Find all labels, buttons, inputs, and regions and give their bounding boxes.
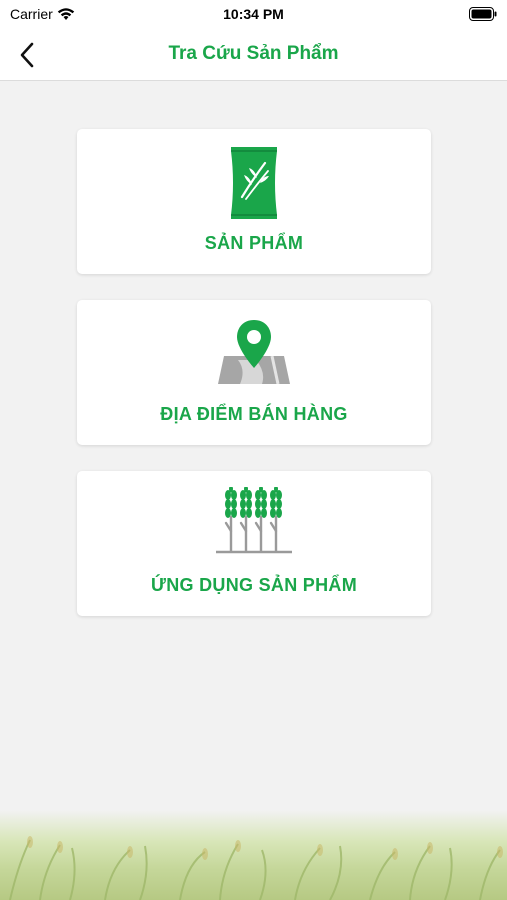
product-bag-icon — [231, 147, 277, 219]
products-card[interactable]: SẢN PHẨM — [77, 129, 431, 274]
sales-locations-card[interactable]: ĐỊA ĐIỂM BÁN HÀNG — [77, 300, 431, 445]
clock: 10:34 PM — [223, 6, 284, 22]
products-card-label: SẢN PHẨM — [204, 233, 304, 253]
grass-footer-image — [0, 810, 507, 900]
sales-locations-card-label: ĐỊA ĐIỂM BÁN HÀNG — [160, 404, 348, 424]
product-application-card-label: ỨNG DỤNG SẢN PHẨM — [150, 575, 358, 595]
navigation-bar: Tra Cứu Sản Phẩm — [0, 30, 507, 81]
map-pin-icon — [218, 320, 290, 385]
status-bar: Carrier 10:34 PM — [0, 0, 507, 30]
product-application-card[interactable]: ỨNG DỤNG SẢN PHẨM — [77, 471, 431, 616]
page-title: Tra Cứu Sản Phẩm — [168, 43, 339, 64]
battery-icon — [469, 7, 497, 26]
rice-plant-icon — [216, 487, 292, 554]
